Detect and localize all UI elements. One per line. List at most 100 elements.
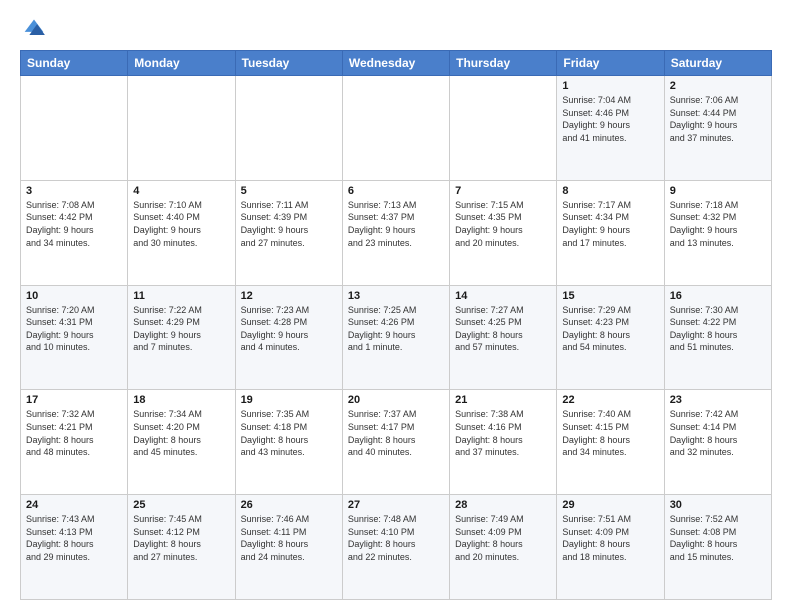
- logo-icon: [20, 16, 48, 40]
- weekday-header-friday: Friday: [557, 51, 664, 76]
- day-cell: 28 Sunrise: 7:49 AM Sunset: 4:09 PM Dayli…: [450, 495, 557, 600]
- day-cell: 27 Sunrise: 7:48 AM Sunset: 4:10 PM Dayli…: [342, 495, 449, 600]
- day-cell: 3 Sunrise: 7:08 AM Sunset: 4:42 PM Daylig…: [21, 180, 128, 285]
- day-cell: 11Sunrise: 7:22 AM Sunset: 4:29 PM Dayli…: [128, 285, 235, 390]
- day-number: 27: [348, 499, 444, 511]
- day-number: 8: [562, 185, 658, 197]
- day-cell: 6 Sunrise: 7:13 AM Sunset: 4:37 PM Daylig…: [342, 180, 449, 285]
- day-number: 16: [670, 290, 766, 302]
- day-cell: 9Sunrise: 7:18 AM Sunset: 4:32 PM Daylig…: [664, 180, 771, 285]
- day-info: Sunrise: 7:52 AM Sunset: 4:08 PM Dayligh…: [670, 513, 766, 563]
- day-info: Sunrise: 7:40 AM Sunset: 4:15 PM Dayligh…: [562, 408, 658, 458]
- day-number: 1: [562, 80, 658, 92]
- day-info: Sunrise: 7:20 AM Sunset: 4:31 PM Dayligh…: [26, 304, 122, 354]
- day-number: 18: [133, 394, 229, 406]
- day-number: 5: [241, 185, 337, 197]
- day-info: Sunrise: 7:48 AM Sunset: 4:10 PM Dayligh…: [348, 513, 444, 563]
- day-number: 25: [133, 499, 229, 511]
- weekday-header-wednesday: Wednesday: [342, 51, 449, 76]
- day-number: 29: [562, 499, 658, 511]
- day-info: Sunrise: 7:43 AM Sunset: 4:13 PM Dayligh…: [26, 513, 122, 563]
- day-number: 14: [455, 290, 551, 302]
- week-row-3: 10 Sunrise: 7:20 AM Sunset: 4:31 PM Dayli…: [21, 285, 772, 390]
- day-info: Sunrise: 7:06 AM Sunset: 4:44 PM Dayligh…: [670, 94, 766, 144]
- day-cell: 1Sunrise: 7:04 AM Sunset: 4:46 PM Daylig…: [557, 76, 664, 181]
- day-info: Sunrise: 7:15 AM Sunset: 4:35 PM Dayligh…: [455, 199, 551, 249]
- day-cell: 20Sunrise: 7:37 AM Sunset: 4:17 PM Dayli…: [342, 390, 449, 495]
- week-row-1: 1Sunrise: 7:04 AM Sunset: 4:46 PM Daylig…: [21, 76, 772, 181]
- day-number: 19: [241, 394, 337, 406]
- day-info: Sunrise: 7:27 AM Sunset: 4:25 PM Dayligh…: [455, 304, 551, 354]
- day-number: 10: [26, 290, 122, 302]
- day-number: 15: [562, 290, 658, 302]
- day-info: Sunrise: 7:17 AM Sunset: 4:34 PM Dayligh…: [562, 199, 658, 249]
- day-cell: 17 Sunrise: 7:32 AM Sunset: 4:21 PM Dayli…: [21, 390, 128, 495]
- day-info: Sunrise: 7:37 AM Sunset: 4:17 PM Dayligh…: [348, 408, 444, 458]
- day-number: 7: [455, 185, 551, 197]
- day-cell: 4Sunrise: 7:10 AM Sunset: 4:40 PM Daylig…: [128, 180, 235, 285]
- week-row-4: 17 Sunrise: 7:32 AM Sunset: 4:21 PM Dayli…: [21, 390, 772, 495]
- week-row-5: 24Sunrise: 7:43 AM Sunset: 4:13 PM Dayli…: [21, 495, 772, 600]
- day-info: Sunrise: 7:08 AM Sunset: 4:42 PM Dayligh…: [26, 199, 122, 249]
- day-cell: 7 Sunrise: 7:15 AM Sunset: 4:35 PM Daylig…: [450, 180, 557, 285]
- day-cell: [450, 76, 557, 181]
- day-info: Sunrise: 7:30 AM Sunset: 4:22 PM Dayligh…: [670, 304, 766, 354]
- day-info: Sunrise: 7:35 AM Sunset: 4:18 PM Dayligh…: [241, 408, 337, 458]
- weekday-header-row: SundayMondayTuesdayWednesdayThursdayFrid…: [21, 51, 772, 76]
- weekday-header-monday: Monday: [128, 51, 235, 76]
- day-number: 28: [455, 499, 551, 511]
- day-info: Sunrise: 7:22 AM Sunset: 4:29 PM Dayligh…: [133, 304, 229, 354]
- day-cell: 8 Sunrise: 7:17 AM Sunset: 4:34 PM Daylig…: [557, 180, 664, 285]
- day-info: Sunrise: 7:13 AM Sunset: 4:37 PM Dayligh…: [348, 199, 444, 249]
- day-cell: 19 Sunrise: 7:35 AM Sunset: 4:18 PM Dayli…: [235, 390, 342, 495]
- day-cell: 23 Sunrise: 7:42 AM Sunset: 4:14 PM Dayli…: [664, 390, 771, 495]
- day-number: 23: [670, 394, 766, 406]
- day-info: Sunrise: 7:51 AM Sunset: 4:09 PM Dayligh…: [562, 513, 658, 563]
- day-info: Sunrise: 7:23 AM Sunset: 4:28 PM Dayligh…: [241, 304, 337, 354]
- logo: [20, 16, 52, 40]
- weekday-header-tuesday: Tuesday: [235, 51, 342, 76]
- day-cell: 5 Sunrise: 7:11 AM Sunset: 4:39 PM Daylig…: [235, 180, 342, 285]
- day-number: 9: [670, 185, 766, 197]
- day-info: Sunrise: 7:49 AM Sunset: 4:09 PM Dayligh…: [455, 513, 551, 563]
- day-cell: [342, 76, 449, 181]
- calendar-header: SundayMondayTuesdayWednesdayThursdayFrid…: [21, 51, 772, 76]
- day-info: Sunrise: 7:10 AM Sunset: 4:40 PM Dayligh…: [133, 199, 229, 249]
- day-number: 21: [455, 394, 551, 406]
- day-cell: 2 Sunrise: 7:06 AM Sunset: 4:44 PM Daylig…: [664, 76, 771, 181]
- day-cell: [128, 76, 235, 181]
- day-info: Sunrise: 7:46 AM Sunset: 4:11 PM Dayligh…: [241, 513, 337, 563]
- day-number: 3: [26, 185, 122, 197]
- day-number: 2: [670, 80, 766, 92]
- day-number: 22: [562, 394, 658, 406]
- day-cell: 12 Sunrise: 7:23 AM Sunset: 4:28 PM Dayli…: [235, 285, 342, 390]
- day-info: Sunrise: 7:11 AM Sunset: 4:39 PM Dayligh…: [241, 199, 337, 249]
- day-number: 6: [348, 185, 444, 197]
- calendar-table: SundayMondayTuesdayWednesdayThursdayFrid…: [20, 50, 772, 600]
- page: SundayMondayTuesdayWednesdayThursdayFrid…: [0, 0, 792, 612]
- day-info: Sunrise: 7:42 AM Sunset: 4:14 PM Dayligh…: [670, 408, 766, 458]
- day-cell: 16 Sunrise: 7:30 AM Sunset: 4:22 PM Dayli…: [664, 285, 771, 390]
- day-number: 12: [241, 290, 337, 302]
- day-cell: 24Sunrise: 7:43 AM Sunset: 4:13 PM Dayli…: [21, 495, 128, 600]
- day-cell: 29 Sunrise: 7:51 AM Sunset: 4:09 PM Dayli…: [557, 495, 664, 600]
- day-cell: 21Sunrise: 7:38 AM Sunset: 4:16 PM Dayli…: [450, 390, 557, 495]
- day-cell: 13Sunrise: 7:25 AM Sunset: 4:26 PM Dayli…: [342, 285, 449, 390]
- day-cell: 22 Sunrise: 7:40 AM Sunset: 4:15 PM Dayli…: [557, 390, 664, 495]
- day-info: Sunrise: 7:32 AM Sunset: 4:21 PM Dayligh…: [26, 408, 122, 458]
- day-number: 17: [26, 394, 122, 406]
- day-cell: 25Sunrise: 7:45 AM Sunset: 4:12 PM Dayli…: [128, 495, 235, 600]
- calendar-body: 1Sunrise: 7:04 AM Sunset: 4:46 PM Daylig…: [21, 76, 772, 600]
- weekday-header-thursday: Thursday: [450, 51, 557, 76]
- day-info: Sunrise: 7:34 AM Sunset: 4:20 PM Dayligh…: [133, 408, 229, 458]
- day-cell: 26 Sunrise: 7:46 AM Sunset: 4:11 PM Dayli…: [235, 495, 342, 600]
- day-number: 30: [670, 499, 766, 511]
- day-info: Sunrise: 7:29 AM Sunset: 4:23 PM Dayligh…: [562, 304, 658, 354]
- weekday-header-sunday: Sunday: [21, 51, 128, 76]
- day-info: Sunrise: 7:25 AM Sunset: 4:26 PM Dayligh…: [348, 304, 444, 354]
- day-number: 26: [241, 499, 337, 511]
- day-cell: [21, 76, 128, 181]
- weekday-header-saturday: Saturday: [664, 51, 771, 76]
- day-cell: 14 Sunrise: 7:27 AM Sunset: 4:25 PM Dayli…: [450, 285, 557, 390]
- day-cell: [235, 76, 342, 181]
